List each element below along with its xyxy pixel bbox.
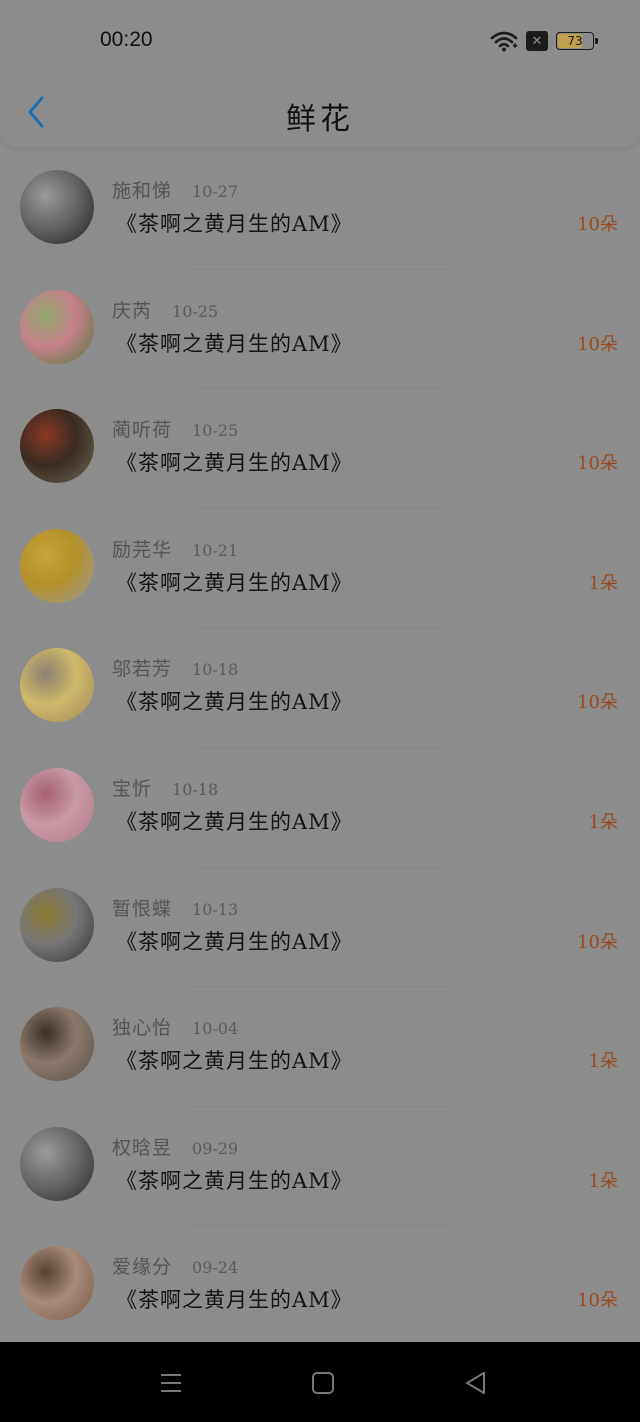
name-row: 励芫华 10-21: [112, 535, 238, 562]
flower-count: 10朵: [577, 1290, 618, 1312]
book-title: 《茶啊之黄月生的AM》: [116, 690, 353, 715]
name-row: 宝忻 10-18: [112, 774, 218, 801]
battery-level: 73: [567, 34, 583, 48]
name-row: 施和悌 10-27: [112, 176, 238, 203]
status-icons: ✕ 73: [490, 30, 598, 52]
gift-date: 10-04: [192, 1019, 239, 1039]
book-title: 《茶啊之黄月生的AM》: [116, 570, 353, 595]
list-item[interactable]: 蔺听荷 10-25 《茶啊之黄月生的AM》 10朵: [0, 389, 640, 509]
battery-icon: 73: [556, 32, 598, 50]
user-name: 蔺听荷: [112, 419, 173, 442]
avatar[interactable]: [20, 289, 94, 364]
battery-nub: [595, 38, 598, 44]
avatar[interactable]: [20, 767, 94, 842]
flower-list: 施和悌 10-27 《茶啊之黄月生的AM》 10朵 庆芮 10-25 《茶啊之黄…: [0, 150, 640, 1346]
list-item[interactable]: 权晗昱 09-29 《茶啊之黄月生的AM》 1朵: [0, 1107, 640, 1227]
book-title: 《茶啊之黄月生的AM》: [116, 929, 353, 954]
book-title: 《茶啊之黄月生的AM》: [116, 1168, 353, 1193]
gift-date: 09-29: [192, 1138, 239, 1158]
name-row: 权晗昱 09-29: [112, 1133, 238, 1160]
wifi-icon: [490, 30, 518, 52]
user-name: 独心怡: [112, 1017, 173, 1040]
avatar[interactable]: [20, 887, 94, 962]
flower-count: 10朵: [577, 333, 618, 355]
back-nav-button[interactable]: [463, 1370, 489, 1396]
gift-date: 10-21: [192, 540, 239, 560]
avatar[interactable]: [20, 1007, 94, 1082]
list-item[interactable]: 爱缘分 09-24 《茶啊之黄月生的AM》 10朵: [0, 1226, 640, 1346]
page-title: 鲜花: [286, 102, 354, 137]
flower-count: 10朵: [577, 692, 618, 714]
book-title: 《茶啊之黄月生的AM》: [116, 1288, 353, 1313]
flower-count: 10朵: [577, 453, 618, 475]
home-button[interactable]: [310, 1370, 336, 1396]
list-item[interactable]: 施和悌 10-27 《茶啊之黄月生的AM》 10朵: [0, 150, 640, 270]
list-item[interactable]: 独心怡 10-04 《茶啊之黄月生的AM》 1朵: [0, 987, 640, 1107]
book-title: 《茶啊之黄月生的AM》: [116, 1049, 353, 1074]
book-title: 《茶啊之黄月生的AM》: [116, 212, 353, 236]
user-name: 庆芮: [112, 299, 153, 322]
avatar[interactable]: [20, 648, 94, 723]
flower-count: 1朵: [588, 1051, 618, 1073]
book-title: 《茶啊之黄月生的AM》: [116, 809, 353, 834]
gift-date: 10-25: [172, 301, 219, 321]
gift-date: 09-24: [192, 1258, 239, 1278]
square-home-icon: [312, 1372, 334, 1394]
book-title: 《茶啊之黄月生的AM》: [116, 331, 353, 356]
user-name: 爱缘分: [112, 1256, 173, 1279]
list-item[interactable]: 邬若芳 10-18 《茶啊之黄月生的AM》 10朵: [0, 628, 640, 748]
status-bar: 00:20 ✕ 73: [0, 0, 640, 80]
menu-icon: [161, 1374, 181, 1392]
header: 鲜花: [0, 80, 640, 148]
gift-date: 10-18: [192, 660, 239, 680]
triangle-back-icon: [466, 1372, 485, 1394]
name-row: 蔺听荷 10-25: [112, 415, 238, 442]
avatar[interactable]: [20, 1126, 94, 1201]
user-name: 邬若芳: [112, 658, 173, 681]
name-row: 暂恨蝶 10-13: [112, 894, 238, 921]
user-name: 宝忻: [112, 777, 153, 800]
avatar[interactable]: [20, 528, 94, 603]
user-name: 权晗昱: [112, 1136, 173, 1159]
name-row: 庆芮 10-25: [112, 296, 218, 323]
gift-date: 10-27: [192, 182, 239, 201]
user-name: 暂恨蝶: [112, 897, 173, 920]
status-time: 00:20: [100, 28, 153, 51]
list-item[interactable]: 庆芮 10-25 《茶啊之黄月生的AM》 10朵: [0, 270, 640, 390]
avatar[interactable]: [20, 409, 94, 484]
name-row: 独心怡 10-04: [112, 1013, 238, 1040]
flower-count: 10朵: [577, 931, 618, 953]
flower-count: 1朵: [588, 572, 618, 594]
user-name: 励芫华: [112, 538, 173, 561]
gift-date: 10-25: [192, 421, 239, 441]
menu-button[interactable]: [158, 1370, 184, 1396]
name-row: 邬若芳 10-18: [112, 654, 238, 681]
gift-date: 10-13: [192, 899, 239, 919]
book-title: 《茶啊之黄月生的AM》: [116, 451, 353, 476]
flower-count: 1朵: [588, 811, 618, 833]
list-item[interactable]: 励芫华 10-21 《茶啊之黄月生的AM》 1朵: [0, 509, 640, 629]
flower-count: 1朵: [588, 1170, 618, 1192]
x-sim-icon: ✕: [526, 31, 548, 51]
gift-date: 10-18: [172, 779, 219, 799]
system-nav-bar: [0, 1342, 640, 1422]
avatar[interactable]: [20, 1246, 94, 1321]
flower-count: 10朵: [577, 214, 618, 235]
user-name: 施和悌: [112, 180, 173, 202]
list-item[interactable]: 宝忻 10-18 《茶啊之黄月生的AM》 1朵: [0, 748, 640, 868]
name-row: 爱缘分 09-24: [112, 1252, 238, 1279]
list-item[interactable]: 暂恨蝶 10-13 《茶啊之黄月生的AM》 10朵: [0, 868, 640, 988]
avatar[interactable]: [20, 170, 94, 244]
